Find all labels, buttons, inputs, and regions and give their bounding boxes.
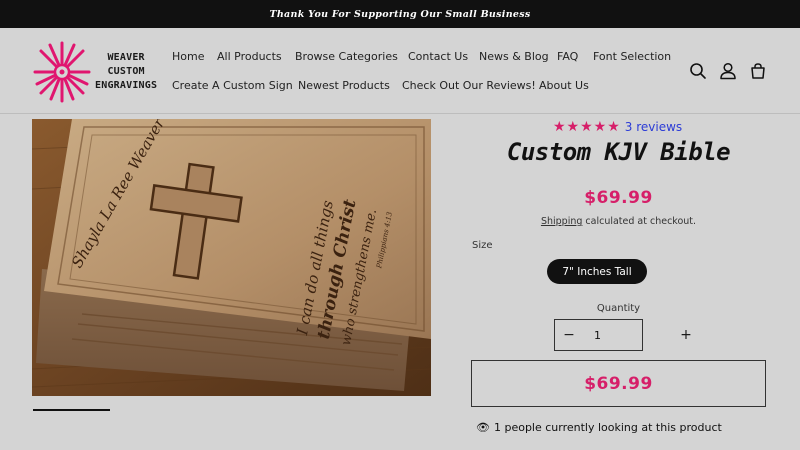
logo-text: WEAVER CUSTOM ENGRAVINGS [95,51,157,93]
logo-burst-icon [33,41,91,103]
logo-line-1: WEAVER [107,52,145,63]
bible-photo: Shayla La Ree Weaver I can do all things… [32,119,431,396]
reviews-link[interactable]: 3 reviews [625,120,682,134]
product-image[interactable]: Shayla La Ree Weaver I can do all things… [32,119,431,396]
product-title: Custom KJV Bible [506,138,731,166]
eye-icon: 👁 [476,421,490,434]
nav-faq[interactable]: FAQ [557,50,578,63]
nav-news-blog[interactable]: News & Blog [479,50,549,63]
product-rating: ★★★★★ 3 reviews [553,119,682,135]
nav-all-products[interactable]: All Products [217,50,282,63]
viewers-text: 1 people currently looking at this produ… [493,421,722,434]
live-viewers: 👁 1 people currently looking at this pro… [476,421,722,434]
shipping-note-text: calculated at checkout. [582,216,697,227]
nav-contact-us[interactable]: Contact Us [408,50,468,63]
quantity-stepper: − [554,319,643,351]
nav-create-custom-sign[interactable]: Create A Custom Sign [172,79,293,92]
store-logo[interactable]: WEAVER CUSTOM ENGRAVINGS [33,40,163,104]
rating-stars-icon: ★★★★★ [553,119,621,135]
announcement-text: Thank You For Supporting Our Small Busin… [269,8,531,20]
product-price: $69.99 [584,188,653,208]
shipping-note: Shipping calculated at checkout. [471,216,766,227]
search-icon[interactable] [688,61,708,81]
quantity-decrease-button[interactable]: − [555,320,583,350]
quantity-label: Quantity [596,303,641,314]
site-header: WEAVER CUSTOM ENGRAVINGS Home All Produc… [0,28,800,114]
nav-browse-categories[interactable]: Browse Categories [295,50,398,63]
nav-home[interactable]: Home [172,50,204,63]
size-label: Size [472,240,493,251]
logo-line-2: CUSTOM [107,66,145,77]
add-to-cart-button[interactable]: $69.99 [471,360,766,407]
quantity-increase-button[interactable]: + [672,320,700,350]
size-option-7-inches[interactable]: 7" Inches Tall [547,259,647,284]
nav-font-selection[interactable]: Font Selection [593,50,671,63]
nav-check-reviews[interactable]: Check Out Our Reviews! [402,79,536,92]
nav-newest-products[interactable]: Newest Products [298,79,390,92]
shipping-link[interactable]: Shipping [541,216,582,227]
account-icon[interactable] [718,61,738,81]
logo-line-3: ENGRAVINGS [95,80,158,91]
image-slider-indicator[interactable] [33,409,110,411]
quantity-input[interactable] [583,320,614,350]
announcement-bar: Thank You For Supporting Our Small Busin… [0,0,800,28]
nav-about-us[interactable]: About Us [539,79,589,92]
cart-icon[interactable] [748,61,768,81]
